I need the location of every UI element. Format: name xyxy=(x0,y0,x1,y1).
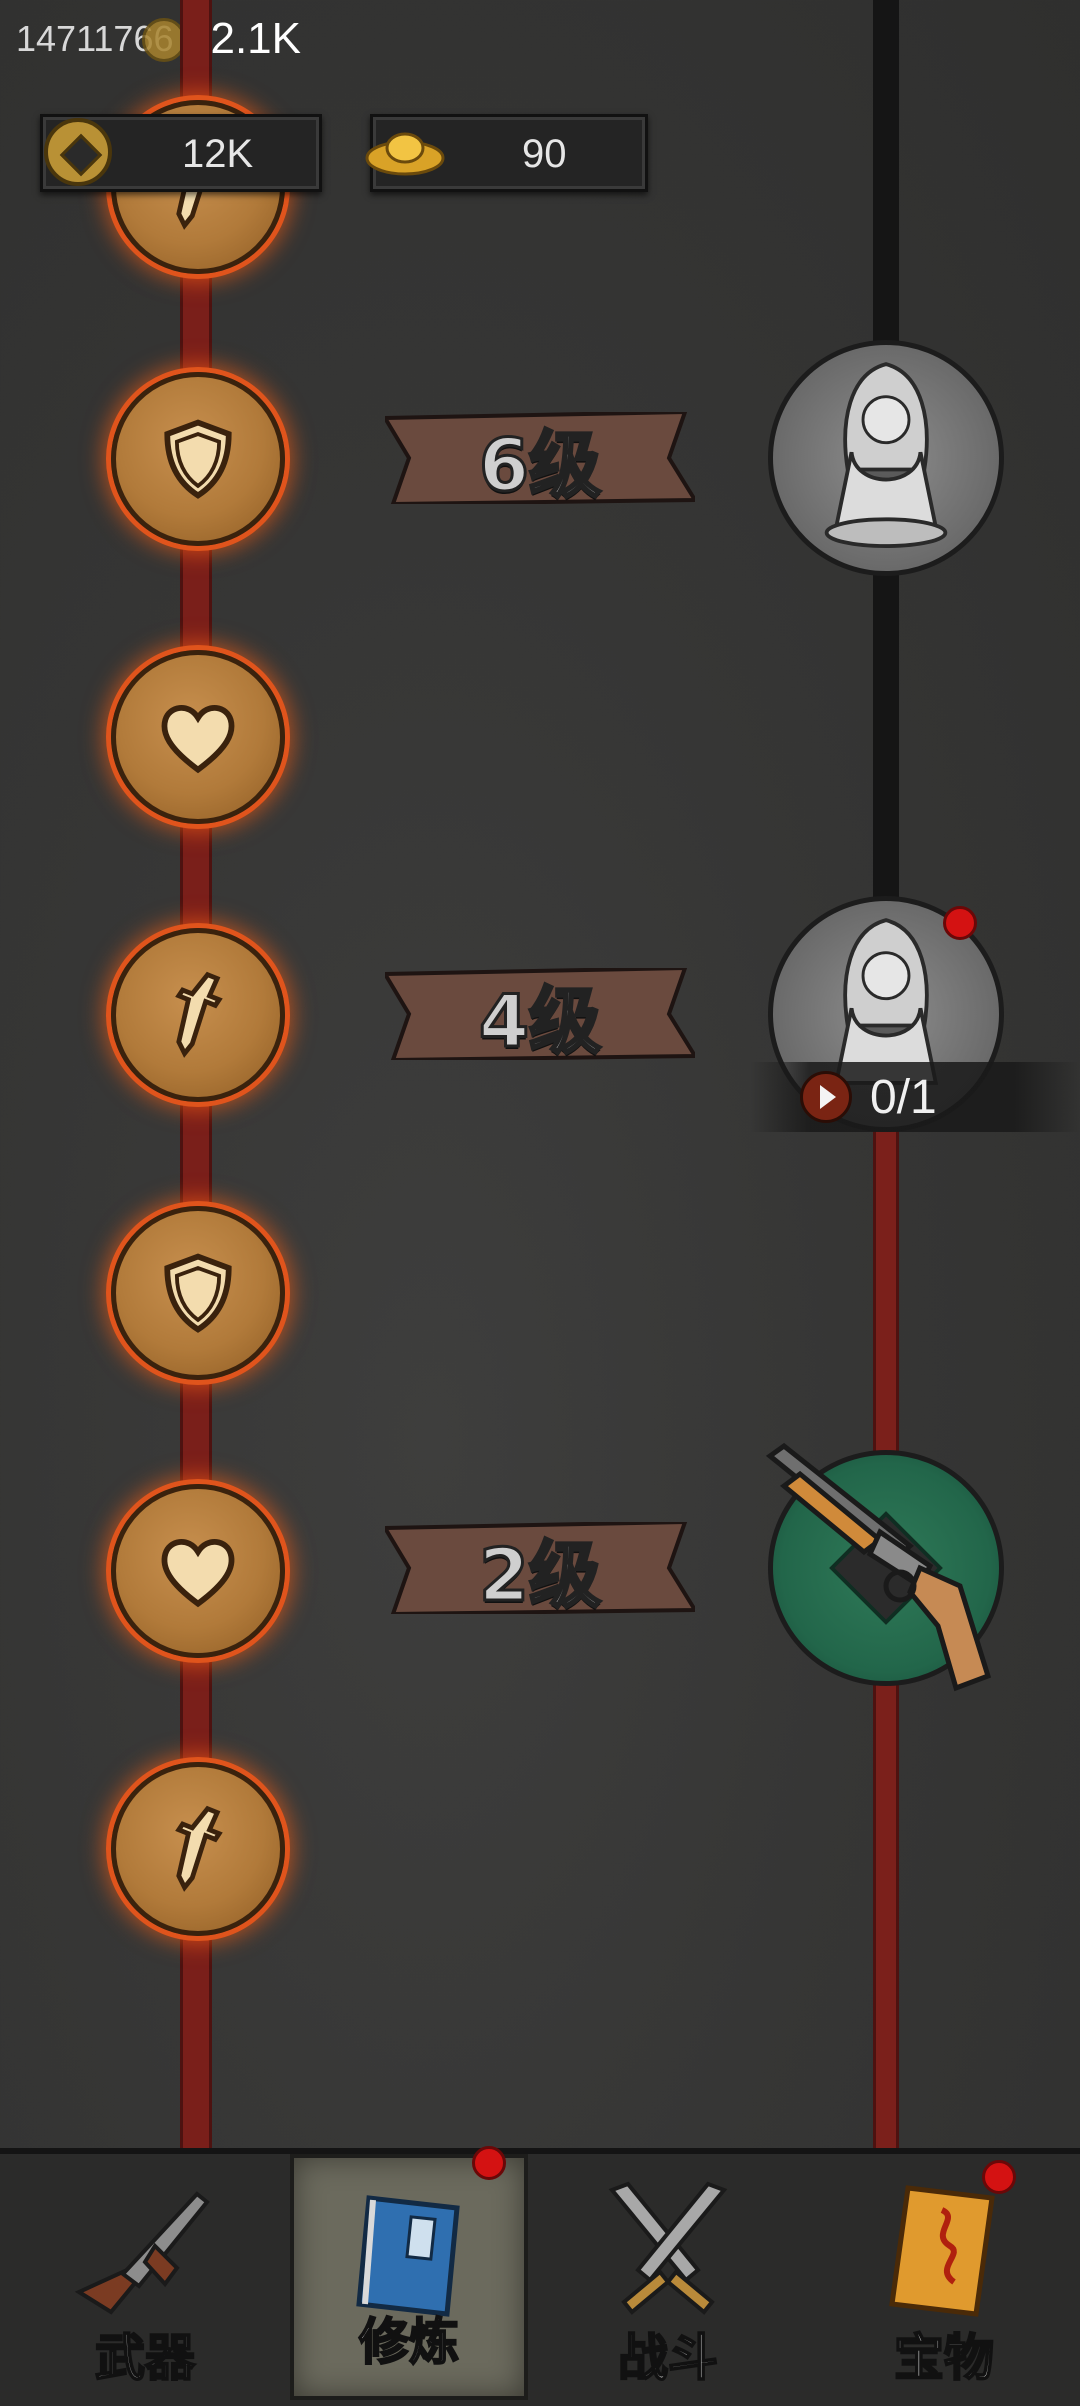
shield-icon xyxy=(164,419,232,499)
upgrade-node-shield[interactable] xyxy=(111,372,285,546)
level-banner: 6级 xyxy=(385,412,695,508)
play-icon xyxy=(820,1085,836,1109)
notification-dot xyxy=(943,906,977,940)
upgrade-node-heart[interactable] xyxy=(111,1484,285,1658)
level-label: 4级 xyxy=(477,977,602,1064)
gold-ingot-icon xyxy=(365,126,445,176)
tab-label: 宝物 xyxy=(893,2328,995,2388)
talisman-icon xyxy=(889,2185,995,2317)
level-label: 6级 xyxy=(477,421,602,508)
upgrade-node-sword[interactable] xyxy=(111,928,285,1102)
tab-label: 武器 xyxy=(94,2328,196,2388)
reward-progress-count: 0/1 xyxy=(870,1071,937,1124)
copper-coin-icon xyxy=(44,118,112,186)
level-banner: 4级 xyxy=(385,968,695,1064)
upgrade-node-heart[interactable] xyxy=(111,650,285,824)
upgrade-node-sword[interactable] xyxy=(111,1762,285,1936)
play-video-button[interactable] xyxy=(800,1071,852,1123)
tab-battle[interactable]: 战斗 xyxy=(528,2154,808,2400)
heart-icon xyxy=(161,705,235,774)
sword-icon xyxy=(175,971,223,1058)
notification-dot xyxy=(472,2146,506,2180)
tab-cultivate[interactable]: 修炼 xyxy=(290,2154,528,2400)
sword-icon xyxy=(175,1805,223,1892)
tab-label: 战斗 xyxy=(617,2328,719,2388)
upgrade-node-shield[interactable] xyxy=(111,1206,285,1380)
tab-label: 修炼 xyxy=(358,2312,460,2372)
buddha-icon xyxy=(824,362,948,549)
gold-amount: 90 xyxy=(522,132,567,176)
coin-amount: 12K xyxy=(182,132,254,176)
shotgun-icon xyxy=(760,1436,1010,1696)
notification-dot xyxy=(982,2160,1016,2194)
crossed-swords-icon xyxy=(608,2181,728,2315)
heart-icon xyxy=(161,1539,235,1608)
reward-buddha-locked[interactable] xyxy=(768,340,1004,576)
tab-weapons[interactable]: 武器 xyxy=(0,2154,290,2400)
tab-treasure[interactable]: 宝物 xyxy=(808,2154,1080,2400)
level-label: 2级 xyxy=(477,1531,602,1618)
shield-icon xyxy=(164,1253,232,1333)
level-banner: 2级 xyxy=(385,1522,695,1618)
rifle-icon xyxy=(74,2191,210,2315)
